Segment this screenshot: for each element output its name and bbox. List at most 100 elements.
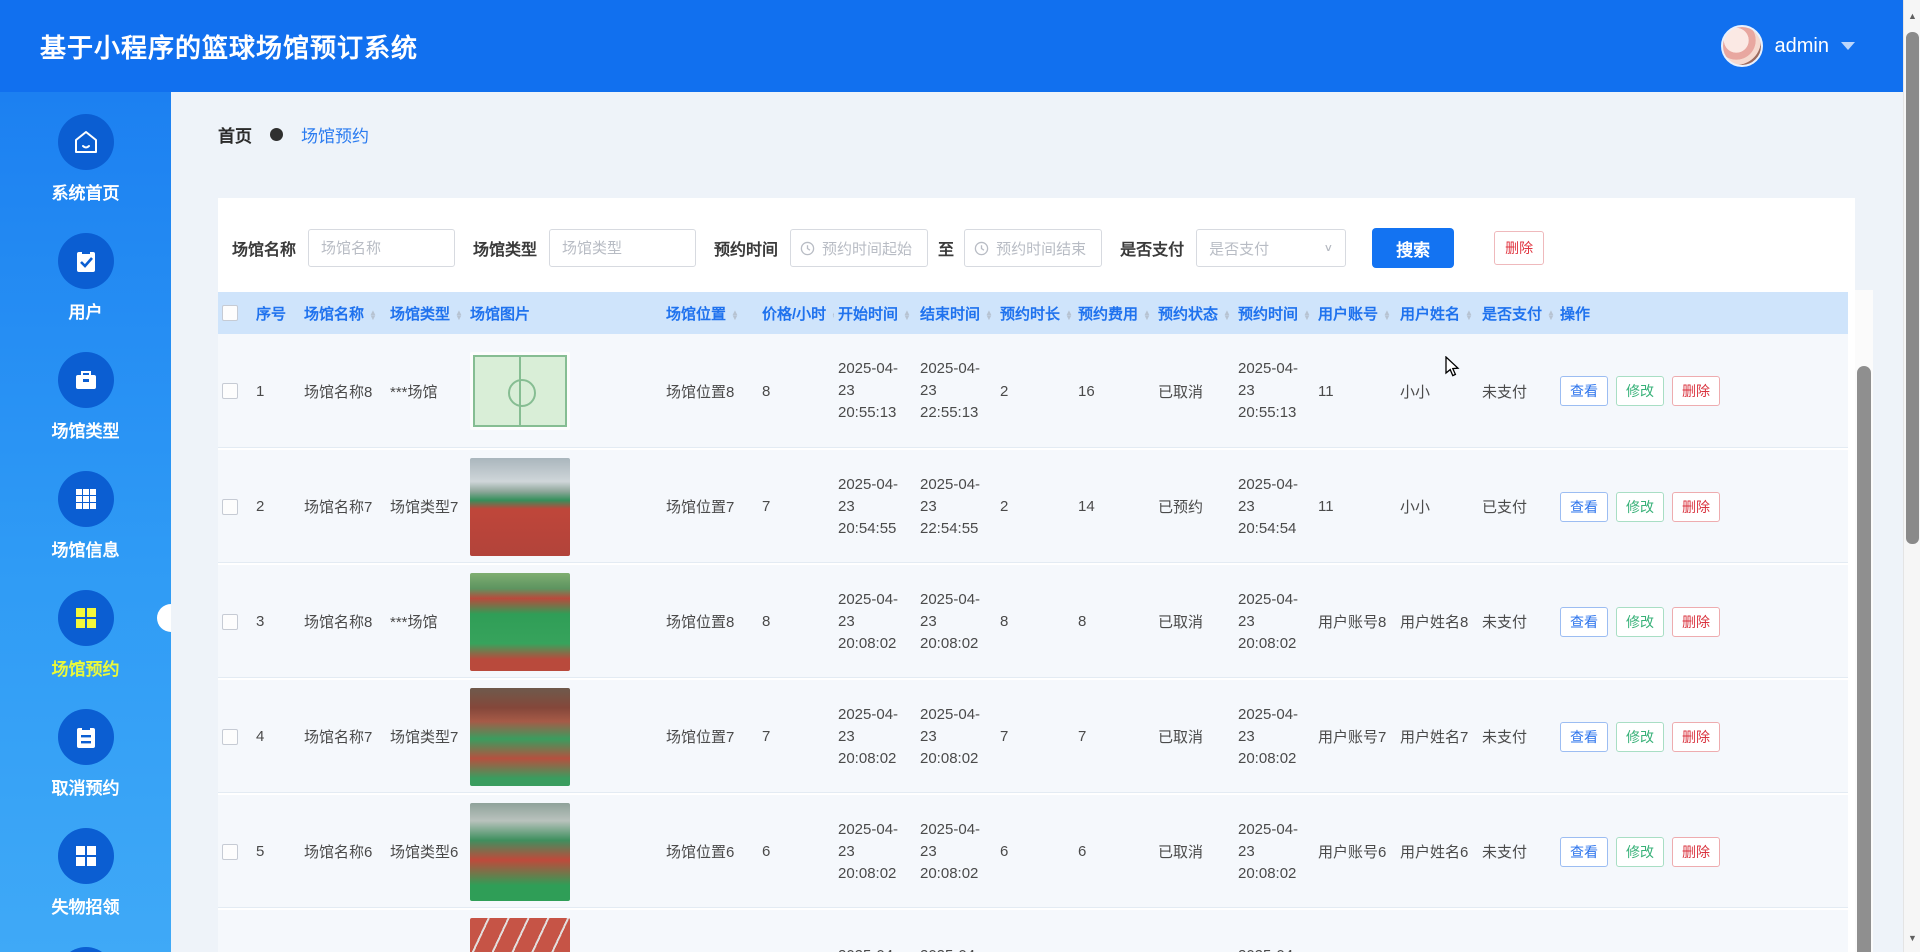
sort-carets-icon[interactable]: ▲▼ <box>1547 310 1555 320</box>
row-checkbox[interactable] <box>222 844 238 860</box>
column-header-booked_at[interactable]: 预约时间▲▼ <box>1234 292 1314 334</box>
column-header-name[interactable]: 场馆名称▲▼ <box>300 292 386 334</box>
window-scrollbar[interactable]: ▲ ▼ <box>1903 0 1920 952</box>
cell-end: 2025-04-2322:55:13 <box>916 334 996 449</box>
cell-action: 查看修改删除 <box>1556 564 1848 679</box>
search-button[interactable]: 搜索 <box>1372 228 1454 268</box>
edit-button[interactable]: 修改 <box>1616 492 1664 522</box>
cell-username: 用户姓名6 <box>1396 794 1478 909</box>
column-header-username[interactable]: 用户姓名▲▼ <box>1396 292 1478 334</box>
booking-time-label: 预约时间 <box>714 236 778 260</box>
sort-carets-icon[interactable]: ▲▼ <box>1383 310 1391 320</box>
scroll-down-icon[interactable]: ▼ <box>1904 928 1920 948</box>
cell-username: 用户姓名8 <box>1396 564 1478 679</box>
chevron-down-icon: ∨ <box>1324 242 1334 255</box>
cell-select <box>218 334 252 449</box>
sidebar-item-system-home[interactable]: 系统首页 <box>0 114 171 204</box>
column-header-duration[interactable]: 预约时长▲▼ <box>996 292 1074 334</box>
view-button[interactable]: 查看 <box>1560 492 1608 522</box>
cell-action: 查看修改删除 <box>1556 679 1848 794</box>
paid-label: 是否支付 <box>1120 236 1184 260</box>
cell-name: 场馆名称5 <box>300 909 386 952</box>
clipboard-check-icon <box>58 233 114 289</box>
edit-button[interactable]: 修改 <box>1616 837 1664 867</box>
column-header-price[interactable]: 价格/小时▲▼ <box>758 292 834 334</box>
edit-button[interactable]: 修改 <box>1616 607 1664 637</box>
sort-carets-icon[interactable]: ▲▼ <box>1223 310 1231 320</box>
view-button[interactable]: 查看 <box>1560 607 1608 637</box>
cell-status: 已预约 <box>1154 449 1234 564</box>
delete-button[interactable]: 删除 <box>1672 376 1720 406</box>
column-header-start[interactable]: 开始时间▲▼ <box>834 292 916 334</box>
cell-paid: 未支付 <box>1478 334 1556 449</box>
sort-carets-icon[interactable]: ▲▼ <box>831 310 834 320</box>
breadcrumb-home[interactable]: 首页 <box>218 122 252 147</box>
cell-name: 场馆名称7 <box>300 449 386 564</box>
scroll-up-icon[interactable]: ▲ <box>1904 6 1920 26</box>
column-header-position[interactable]: 场馆位置▲▼ <box>662 292 758 334</box>
sort-carets-icon[interactable]: ▲▼ <box>455 310 463 320</box>
view-button[interactable]: 查看 <box>1560 376 1608 406</box>
sort-carets-icon[interactable]: ▲▼ <box>985 310 993 320</box>
column-header-action: 操作 <box>1556 292 1848 334</box>
cell-price: 6 <box>758 794 834 909</box>
venue-type-input[interactable] <box>549 229 696 267</box>
venue-name-input[interactable] <box>308 229 455 267</box>
row-checkbox[interactable] <box>222 614 238 630</box>
delete-button[interactable]: 删除 <box>1672 607 1720 637</box>
column-header-account[interactable]: 用户账号▲▼ <box>1314 292 1396 334</box>
card-scrollbar-thumb[interactable] <box>1857 366 1871 952</box>
delete-button[interactable]: 删除 <box>1672 492 1720 522</box>
batch-delete-button[interactable]: 删除 <box>1494 231 1544 265</box>
view-button[interactable]: 查看 <box>1560 837 1608 867</box>
column-header-type[interactable]: 场馆类型▲▼ <box>386 292 466 334</box>
sidebar-item-more[interactable] <box>0 947 171 952</box>
sort-carets-icon[interactable]: ▲▼ <box>731 310 739 320</box>
cell-select <box>218 679 252 794</box>
sidebar-item-users[interactable]: 用户 <box>0 233 171 323</box>
cell-price: 8 <box>758 334 834 449</box>
delete-button[interactable]: 删除 <box>1672 722 1720 752</box>
sort-carets-icon[interactable]: ▲▼ <box>1303 310 1311 320</box>
sort-carets-icon[interactable]: ▲▼ <box>1065 310 1073 320</box>
booking-time-end-input[interactable]: 预约时间结束 <box>964 229 1102 267</box>
breadcrumb-current[interactable]: 场馆预约 <box>301 122 369 147</box>
sidebar-item-venue-booking[interactable]: 场馆预约 <box>0 590 171 680</box>
cell-end: 2025-04-23 <box>916 909 996 952</box>
cell-duration: 5 <box>996 909 1074 952</box>
user-avatar[interactable] <box>1721 25 1763 67</box>
row-checkbox[interactable] <box>222 383 238 399</box>
cell-duration: 7 <box>996 679 1074 794</box>
table-header-row: 序号场馆名称▲▼场馆类型▲▼场馆图片场馆位置▲▼价格/小时▲▼开始时间▲▼结束时… <box>218 292 1848 334</box>
select-all-checkbox[interactable] <box>222 305 238 321</box>
table-row: 5场馆名称6场馆类型6场馆位置662025-04-2320:08:022025-… <box>218 794 1848 909</box>
cell-position: 场馆位置8 <box>662 564 758 679</box>
booking-time-start-input[interactable]: 预约时间起始 <box>790 229 928 267</box>
sidebar-item-venue-info[interactable]: 场馆信息 <box>0 471 171 561</box>
cell-action: 查看修改删除 <box>1556 334 1848 449</box>
sort-carets-icon[interactable]: ▲▼ <box>1465 310 1473 320</box>
column-header-end[interactable]: 结束时间▲▼ <box>916 292 996 334</box>
sort-carets-icon[interactable]: ▲▼ <box>369 310 377 320</box>
view-button[interactable]: 查看 <box>1560 722 1608 752</box>
sidebar-item-lost-and-found[interactable]: 失物招领 <box>0 828 171 918</box>
user-menu[interactable]: admin <box>1721 25 1855 67</box>
sidebar-item-cancel-booking[interactable]: 取消预约 <box>0 709 171 799</box>
cell-image <box>466 564 662 679</box>
cell-status: 已取消 <box>1154 794 1234 909</box>
edit-button[interactable]: 修改 <box>1616 376 1664 406</box>
delete-button[interactable]: 删除 <box>1672 837 1720 867</box>
column-header-paid[interactable]: 是否支付▲▼ <box>1478 292 1556 334</box>
card-scrollbar[interactable] <box>1855 290 1873 952</box>
column-header-fee[interactable]: 预约费用▲▼ <box>1074 292 1154 334</box>
paid-select[interactable]: 是否支付 ∨ <box>1196 229 1346 267</box>
cell-end: 2025-04-2320:08:02 <box>916 794 996 909</box>
window-scrollbar-thumb[interactable] <box>1906 32 1919 544</box>
sort-carets-icon[interactable]: ▲▼ <box>903 310 911 320</box>
sidebar-item-venue-type[interactable]: 场馆类型 <box>0 352 171 442</box>
row-checkbox[interactable] <box>222 499 238 515</box>
edit-button[interactable]: 修改 <box>1616 722 1664 752</box>
row-checkbox[interactable] <box>222 729 238 745</box>
column-header-status[interactable]: 预约状态▲▼ <box>1154 292 1234 334</box>
sort-carets-icon[interactable]: ▲▼ <box>1143 310 1151 320</box>
